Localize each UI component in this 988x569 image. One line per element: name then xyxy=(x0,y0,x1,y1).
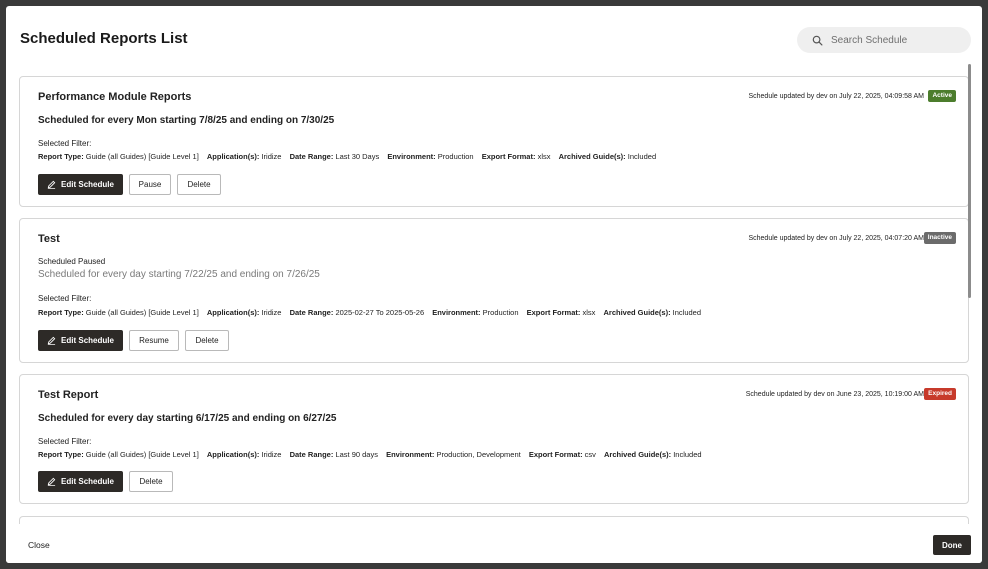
report-name: Test xyxy=(38,233,60,245)
edit-schedule-button[interactable]: Edit Schedule xyxy=(38,174,123,195)
report-card: Test Schedule updated by dev on July 22,… xyxy=(19,218,969,363)
filter-summary: Report Type: Guide (all Guides) [Guide L… xyxy=(38,308,702,317)
dialog-title: Scheduled Reports List xyxy=(20,30,188,47)
search-input[interactable] xyxy=(831,34,961,46)
search-icon xyxy=(805,28,829,52)
filter-label: Selected Filter: xyxy=(38,437,92,446)
edit-schedule-button[interactable]: Edit Schedule xyxy=(38,330,123,351)
resume-button[interactable]: Resume xyxy=(129,330,179,351)
report-name: Performance Module Reports xyxy=(38,91,192,103)
filter-label: Selected Filter: xyxy=(38,294,92,303)
status-badge: Inactive xyxy=(923,232,956,244)
delete-button[interactable]: Delete xyxy=(129,471,173,492)
status-badge: Expired xyxy=(924,388,956,400)
scheduled-reports-dialog: Scheduled Reports List Performance Modul… xyxy=(6,6,982,563)
filter-summary: Report Type: Guide (all Guides) [Guide L… xyxy=(38,450,702,459)
pencil-icon xyxy=(47,336,56,345)
updated-text: Schedule updated by dev on July 22, 2025… xyxy=(748,93,924,100)
updated-text: Schedule updated by dev on July 22, 2025… xyxy=(748,235,924,242)
schedule-text: Scheduled for every Mon starting 7/8/25 … xyxy=(38,115,335,126)
schedule-text: Scheduled for every day starting 7/22/25… xyxy=(38,269,320,280)
updated-text: Schedule updated by dev on June 23, 2025… xyxy=(745,391,924,398)
reports-list[interactable]: Performance Module Reports Schedule upda… xyxy=(19,76,969,528)
delete-button[interactable]: Delete xyxy=(185,330,229,351)
pencil-icon xyxy=(47,477,56,486)
pause-button[interactable]: Pause xyxy=(129,174,171,195)
close-button[interactable]: Close xyxy=(28,540,50,550)
filter-summary: Report Type: Guide (all Guides) [Guide L… xyxy=(38,152,657,161)
report-name: Test Report xyxy=(38,389,99,401)
dialog-header: Scheduled Reports List xyxy=(6,6,982,70)
schedule-text: Scheduled for every day starting 6/17/25… xyxy=(38,413,337,424)
search-box[interactable] xyxy=(797,27,971,53)
delete-button[interactable]: Delete xyxy=(177,174,221,195)
report-card: Test Report Schedule updated by dev on J… xyxy=(19,374,969,504)
filter-label: Selected Filter: xyxy=(38,139,92,148)
pencil-icon xyxy=(47,180,56,189)
status-badge: Active xyxy=(928,90,956,102)
done-button[interactable]: Done xyxy=(933,535,971,555)
paused-label: Scheduled Paused xyxy=(38,257,106,266)
dialog-footer: Close Done xyxy=(6,524,982,563)
report-card: Performance Module Reports Schedule upda… xyxy=(19,76,969,207)
list-scrollbar[interactable] xyxy=(968,64,971,298)
edit-schedule-button[interactable]: Edit Schedule xyxy=(38,471,123,492)
